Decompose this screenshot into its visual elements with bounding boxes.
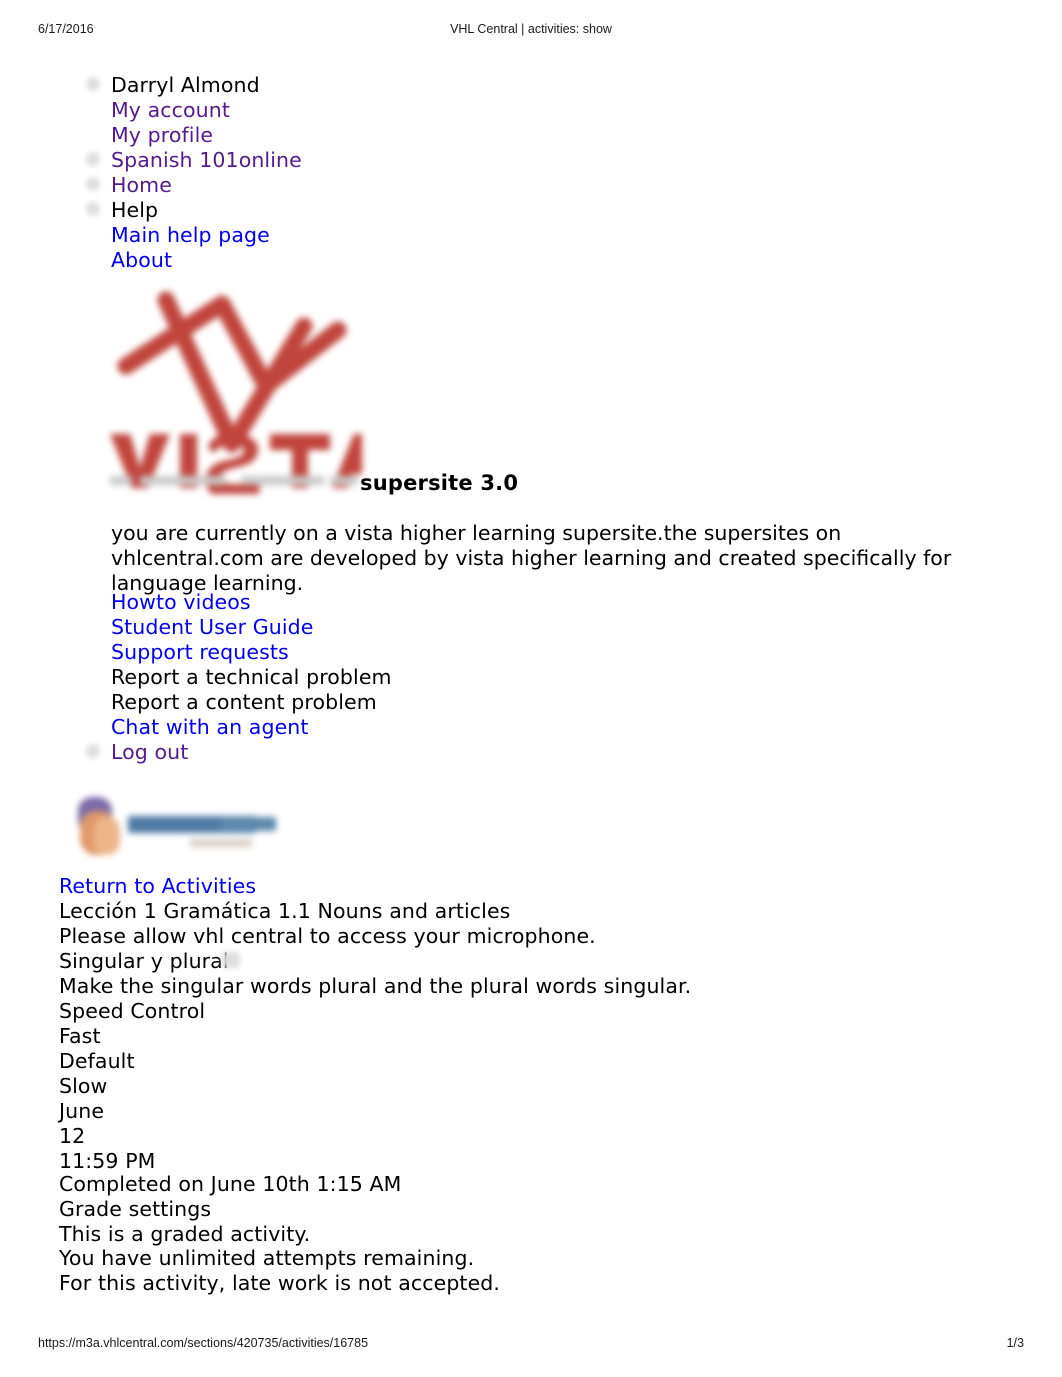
audio-speaker-icon[interactable] [222, 952, 240, 968]
activity-breadcrumb: Lección 1 Gramática 1.1 Nouns and articl… [59, 899, 511, 923]
nav-link-my-profile[interactable]: My profile [111, 123, 213, 148]
activity-instructions: Make the singular words plural and the p… [59, 974, 692, 998]
label-report-technical-problem: Report a technical problem [111, 665, 392, 689]
print-page-title: VHL Central | activities: show [450, 22, 612, 36]
nav-link-home[interactable]: Home [111, 173, 172, 198]
attempts-remaining-notice: You have unlimited attempts remaining. [59, 1246, 475, 1270]
link-howto-videos[interactable]: Howto videos [111, 590, 251, 615]
print-source-url: https://m3a.vhlcentral.com/sections/4207… [38, 1336, 369, 1350]
course-badge-image [70, 793, 288, 859]
link-student-user-guide[interactable]: Student User Guide [111, 615, 313, 640]
due-time: 11:59 PM [59, 1149, 156, 1173]
activity-title: Singular y plural [59, 949, 229, 973]
link-return-to-activities[interactable]: Return to Activities [59, 874, 256, 899]
grade-settings-label: Grade settings [59, 1197, 212, 1221]
completed-timestamp: Completed on June 10th 1:15 AM [59, 1172, 402, 1196]
speed-control-label: Speed Control [59, 999, 206, 1023]
nav-label-help: Help [111, 198, 159, 222]
supersite-description: you are currently on a vista higher lear… [111, 521, 952, 595]
list-bullet-icon [86, 744, 100, 758]
due-month: June [59, 1099, 105, 1123]
nav-link-my-account[interactable]: My account [111, 98, 230, 123]
speed-option-default[interactable]: Default [59, 1049, 135, 1074]
vista-higher-learning-logo [104, 266, 362, 494]
nav-link-main-help-page[interactable]: Main help page [111, 223, 270, 248]
link-chat-with-agent[interactable]: Chat with an agent [111, 715, 309, 740]
nav-link-course[interactable]: Spanish 101online [111, 148, 302, 173]
speed-option-fast[interactable]: Fast [59, 1024, 101, 1049]
list-bullet-icon [86, 177, 100, 191]
microphone-notice: Please allow vhl central to access your … [59, 924, 596, 948]
list-bullet-icon [86, 152, 100, 166]
due-day: 12 [59, 1124, 86, 1148]
link-log-out[interactable]: Log out [111, 740, 188, 765]
list-bullet-icon [86, 77, 100, 91]
badge-wordmark-tail [220, 817, 276, 831]
label-report-content-problem: Report a content problem [111, 690, 377, 714]
supersite-version-label: supersite 3.0 [360, 471, 519, 495]
link-support-requests[interactable]: Support requests [111, 640, 289, 665]
graded-activity-notice: This is a graded activity. [59, 1222, 311, 1246]
badge-shape-orange-light [94, 817, 120, 855]
print-header: 6/17/2016 VHL Central | activities: show [0, 22, 1062, 38]
late-work-notice: For this activity, late work is not acce… [59, 1271, 501, 1295]
print-footer: https://m3a.vhlcentral.com/sections/4207… [0, 1336, 1062, 1352]
badge-subtitle [190, 839, 252, 847]
list-bullet-icon [86, 202, 100, 216]
speed-option-slow[interactable]: Slow [59, 1074, 107, 1099]
user-name: Darryl Almond [111, 73, 260, 97]
print-page-number: 1/3 [1006, 1336, 1024, 1350]
